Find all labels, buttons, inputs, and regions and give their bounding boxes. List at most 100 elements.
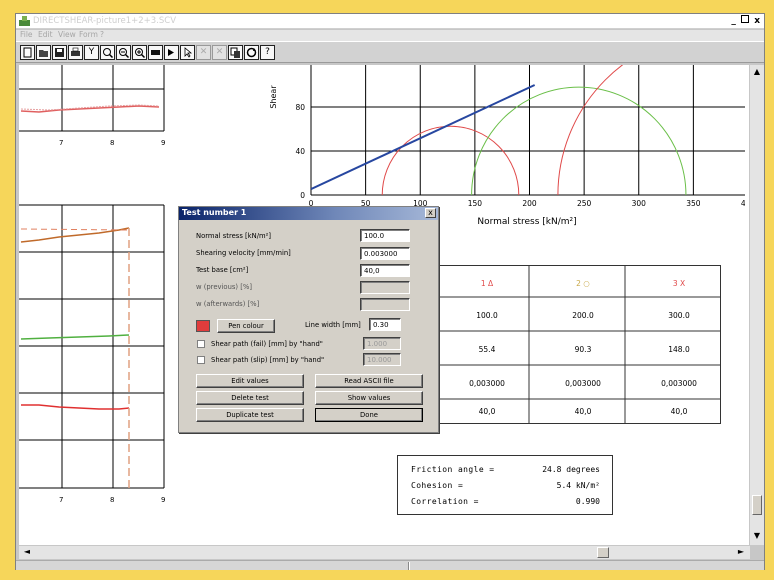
mohr-xlabel: Normal stress [kN/m²] <box>477 217 576 227</box>
test-base-input[interactable] <box>360 264 410 277</box>
toolbar: Y ✕ ✕ ? <box>16 41 764 63</box>
edit-values-button[interactable]: Edit values <box>196 374 304 388</box>
correlation-label: Correlation = <box>411 497 479 506</box>
table-cell: 0,003000 <box>469 379 505 388</box>
mohr-circle <box>471 86 687 195</box>
x-tick-label: 250 <box>577 199 592 208</box>
zoom-area-icon[interactable] <box>100 45 115 60</box>
table-cell: 300.0 <box>668 311 690 320</box>
dialog-close-button[interactable]: x <box>425 208 436 218</box>
pen-colour-swatch <box>196 320 210 332</box>
failure-envelope <box>311 84 536 190</box>
refresh-icon[interactable] <box>244 45 259 60</box>
mohr-grid <box>310 65 745 196</box>
left-plot-curves <box>20 104 160 488</box>
minimize-button[interactable]: _ <box>731 16 736 26</box>
x-tick-label: 200 <box>522 199 537 208</box>
close-button[interactable]: x <box>754 16 760 26</box>
app-icon <box>19 16 30 26</box>
correlation-value: 0.990 <box>575 497 600 506</box>
friction-angle-label: Friction angle = <box>411 465 495 474</box>
line-width-input[interactable] <box>369 318 401 331</box>
shear-path-fail-label: Shear path (fail) [mm] by "hand" <box>211 340 323 348</box>
vertical-scroll-thumb[interactable] <box>752 495 762 515</box>
w-previous-input <box>360 281 410 294</box>
horizontal-scrollbar[interactable]: ◄ ► <box>19 546 750 559</box>
new-doc-icon[interactable] <box>20 45 35 60</box>
scroll-up-icon[interactable]: ▲ <box>751 67 763 77</box>
vertical-scrollbar[interactable]: ▲ ▼ <box>750 65 764 545</box>
table-cell: 200.0 <box>572 311 594 320</box>
pen-colour-button[interactable]: Pen colour <box>217 319 275 333</box>
filter-icon[interactable]: Y <box>84 45 99 60</box>
normal-stress-label: Normal stress [kN/m²] <box>196 232 271 240</box>
shear-path-slip-checkbox[interactable] <box>197 356 205 364</box>
dialog-title-bar[interactable]: Test number 1 x <box>179 207 438 220</box>
scroll-left-icon[interactable]: ◄ <box>21 547 33 557</box>
table-cell: 40,0 <box>478 407 496 416</box>
shear-path-fail-checkbox[interactable] <box>197 340 205 348</box>
table-cell: 100.0 <box>476 311 498 320</box>
y-tick-label: 80 <box>295 103 305 112</box>
y-tick-label: 40 <box>295 147 305 156</box>
status-divider <box>408 562 410 570</box>
line-width-label: Line width [mm] <box>305 321 361 329</box>
top-tick-8: 8 <box>110 139 114 147</box>
table-header-1: 1 Δ <box>480 279 494 288</box>
table-header-3: 3 X <box>672 279 686 288</box>
scroll-down-icon[interactable]: ▼ <box>751 531 763 541</box>
menu-help[interactable]: ? <box>100 30 104 39</box>
open-folder-icon[interactable] <box>36 45 51 60</box>
w-previous-label: w (previous) [%] <box>196 283 253 291</box>
table-cell: 40,0 <box>574 407 592 416</box>
results-box: Friction angle = 24.8 degrees Cohesion =… <box>397 455 613 515</box>
menu-file[interactable]: File <box>20 30 33 39</box>
bottom-tick-7: 7 <box>59 496 63 504</box>
table-header-2: 2 ○ <box>576 279 590 288</box>
zoom-in-icon[interactable] <box>132 45 147 60</box>
menu-edit[interactable]: Edit <box>38 30 53 39</box>
shear-path-slip-label: Shear path (slip) [mm] by "hand" <box>211 356 325 364</box>
zoom-out-icon[interactable] <box>116 45 131 60</box>
left-plots: 7 8 9 7 8 9 <box>19 65 165 504</box>
window-title: DIRECTSHEAR-picture1+2+3.SCV <box>33 16 177 26</box>
show-values-button[interactable]: Show values <box>315 391 423 405</box>
w-afterwards-label: w (afterwards) [%] <box>196 300 260 308</box>
mohr-y-ticks: 0 40 80 <box>295 103 305 200</box>
x-tick-label: 300 <box>632 199 647 208</box>
help-icon[interactable]: ? <box>260 45 275 60</box>
table-cell: 0,003000 <box>565 379 601 388</box>
x-tick-label: 400 <box>741 199 745 208</box>
duplicate-test-button[interactable]: Duplicate test <box>196 408 304 422</box>
shearing-velocity-label: Shearing velocity [mm/min] <box>196 249 291 257</box>
cohesion-value: 5.4 kN/m² <box>556 481 600 490</box>
cancel-icon: ✕ <box>196 45 211 60</box>
arrow-right-icon[interactable] <box>164 45 179 60</box>
read-ascii-file-button[interactable]: Read ASCII file <box>315 374 423 388</box>
title-bar: DIRECTSHEAR-picture1+2+3.SCV _ x <box>16 14 764 29</box>
normal-stress-input[interactable] <box>360 229 410 242</box>
print-icon[interactable] <box>68 45 83 60</box>
status-bar <box>16 560 764 570</box>
done-button[interactable]: Done <box>315 408 423 422</box>
delete-test-button[interactable]: Delete test <box>196 391 304 405</box>
unavailable-icon: ✕ <box>212 45 227 60</box>
top-tick-9: 9 <box>161 139 165 147</box>
save-disk-icon[interactable] <box>52 45 67 60</box>
x-tick-label: 350 <box>686 199 701 208</box>
menu-form[interactable]: Form <box>79 30 98 39</box>
w-afterwards-input <box>360 298 410 311</box>
cursor-icon[interactable] <box>180 45 195 60</box>
copy-icon[interactable] <box>228 45 243 60</box>
stop-icon[interactable] <box>148 45 163 60</box>
shearing-velocity-input[interactable] <box>360 247 410 260</box>
dialog-title: Test number 1 <box>182 208 247 217</box>
scroll-right-icon[interactable]: ► <box>735 547 747 557</box>
restore-button[interactable] <box>741 15 750 23</box>
horizontal-scroll-thumb[interactable] <box>597 547 609 558</box>
mohr-ylabel: Shear <box>269 85 278 109</box>
table-cell: 55.4 <box>478 345 496 354</box>
menu-view[interactable]: View <box>58 30 76 39</box>
y-tick-label: 0 <box>300 191 305 200</box>
table-cell: 40,0 <box>670 407 688 416</box>
